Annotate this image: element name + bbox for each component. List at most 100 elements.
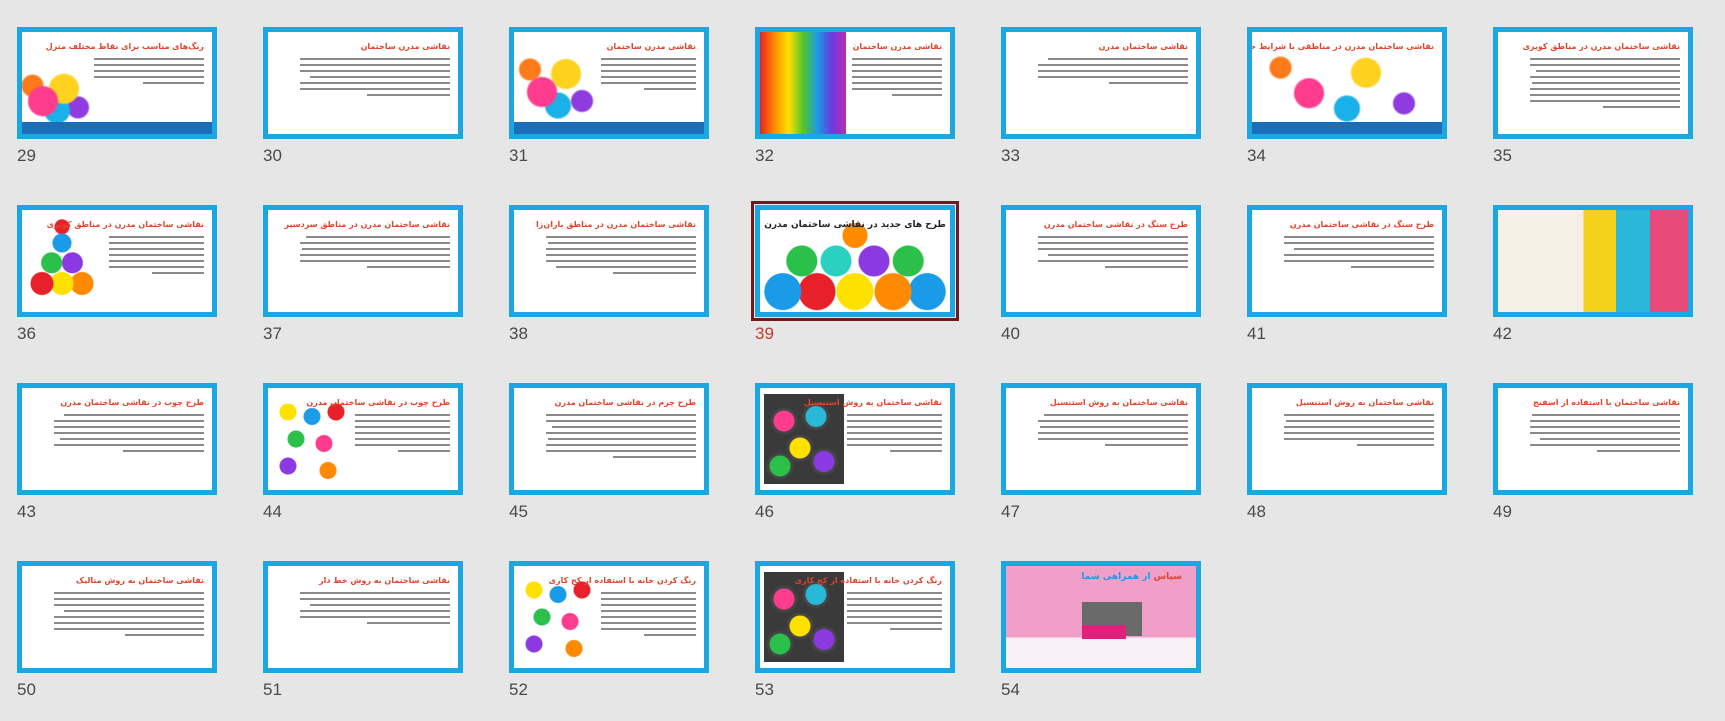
slide-body-text: [1530, 58, 1680, 112]
text-line: [847, 444, 942, 446]
slide-frame[interactable]: طرح چوب در نقاشی ساختمان مدرن: [17, 383, 217, 495]
slide-number: 45: [509, 502, 528, 521]
slide-thumbnail-53[interactable]: رنگ کردن خانه با استفاده از کج کاری 53: [755, 561, 955, 721]
slide-thumbnail-45[interactable]: طرح چرم در نقاشی ساختمان مدرن 45: [509, 383, 709, 543]
text-line: [601, 628, 696, 630]
text-line: [367, 266, 450, 268]
slide-sorter-grid: رنگ‌های مناسب برای نقاط مختلف منزل 29 نقاش…: [0, 0, 1725, 711]
slide-frame[interactable]: رنگ‌های مناسب برای نقاط مختلف منزل: [17, 27, 217, 139]
text-line: [300, 254, 450, 256]
slide-canvas: طرح چرم در نقاشی ساختمان مدرن: [514, 388, 704, 490]
slide-title: رنگ کردن خانه با استفاده از کج کاری: [548, 576, 696, 585]
text-line: [1530, 58, 1680, 60]
slide-frame[interactable]: [1493, 205, 1693, 317]
slide-thumbnail-43[interactable]: طرح چوب در نقاشی ساختمان مدرن 43: [17, 383, 217, 543]
slide-frame[interactable]: نقاشی ساختمان به روش استنسیل: [755, 383, 955, 495]
slide-thumbnail-37[interactable]: نقاشی ساختمان مدرن در مناطق سردسیر 37: [263, 205, 463, 365]
slide-frame[interactable]: نقاشی مدرن ساختمان: [263, 27, 463, 139]
slide-frame[interactable]: نقاشی ساختمان با استفاده از اسفنج: [1493, 383, 1693, 495]
text-line: [892, 94, 942, 96]
slide-frame[interactable]: طرح چوب در نقاشی ساختمان مدرن: [263, 383, 463, 495]
slide-thumbnail-40[interactable]: طرح سنگ در نقاشی ساختمان مدرن 40: [1001, 205, 1201, 365]
text-line: [1038, 248, 1188, 250]
text-line: [1530, 88, 1680, 90]
text-line: [1048, 58, 1188, 60]
slide-title: نقاشی ساختمان مدرن در مناطق سردسیر: [284, 220, 451, 229]
slide-frame[interactable]: رنگ کردن خانه با استفاده از کج کاری: [509, 561, 709, 673]
slide-number: 35: [1493, 146, 1512, 165]
slide-thumbnail-44[interactable]: طرح چوب در نقاشی ساختمان مدرن 44: [263, 383, 463, 543]
slide-body-text: [1284, 236, 1434, 272]
slide-frame[interactable]: رنگ کردن خانه با استفاده از کج کاری: [755, 561, 955, 673]
text-line: [1040, 426, 1188, 428]
text-line: [300, 70, 450, 72]
slide-thumbnail-31[interactable]: نقاشی مدرن ساختمان 31: [509, 27, 709, 187]
slide-frame[interactable]: نقاشی ساختمان به روش استنسیل: [1247, 383, 1447, 495]
text-line: [310, 76, 450, 78]
slide-title: نقاشی ساختمان به روش خط دار: [318, 576, 450, 585]
slide-thumbnail-49[interactable]: نقاشی ساختمان با استفاده از اسفنج 49: [1493, 383, 1693, 543]
text-line: [60, 438, 204, 440]
slide-frame[interactable]: طرح سنگ در نقاشی ساختمان مدرن: [1247, 205, 1447, 317]
slide-frame[interactable]: نقاشی ساختمان مدرن در مناطق باران‌زا: [509, 205, 709, 317]
slide-frame[interactable]: طرح های جدید در نقاشی ساختمان مدرن: [751, 201, 959, 321]
slide-thumbnail-54[interactable]: سپاس از همراهی شما 54: [1001, 561, 1201, 721]
slide-frame[interactable]: سپاس از همراهی شما: [1001, 561, 1201, 673]
text-line: [847, 604, 942, 606]
text-line: [300, 592, 450, 594]
slide-canvas: نقاشی ساختمان مدرن در مناطق کویری: [1498, 32, 1688, 134]
slide-thumbnail-36[interactable]: نقاشی ساختمان مدرن در مناطق کویری 36: [17, 205, 217, 365]
slide-frame[interactable]: طرح چرم در نقاشی ساختمان مدرن: [509, 383, 709, 495]
slide-title: طرح سنگ در نقاشی ساختمان مدرن: [1043, 220, 1188, 229]
slide-frame[interactable]: نقاشی ساختمان به روش متالیک: [17, 561, 217, 673]
text-line: [1532, 82, 1680, 84]
text-line: [1294, 248, 1434, 250]
slide-frame[interactable]: نقاشی مدرن ساختمان: [755, 27, 955, 139]
slide-frame[interactable]: نقاشی ساختمان به روش استنسیل: [1001, 383, 1201, 495]
slide-thumbnail-39[interactable]: طرح های جدید در نقاشی ساختمان مدرن 39: [751, 201, 959, 365]
slide-frame[interactable]: نقاشی ساختمان مدرن در مناطق کویری: [1493, 27, 1693, 139]
slide-frame[interactable]: نقاشی ساختمان مدرن در مناطقی با شرایط جو…: [1247, 27, 1447, 139]
slide-canvas: نقاشی مدرن ساختمان: [760, 32, 950, 134]
slide-body-text: [54, 592, 204, 640]
slide-thumbnail-33[interactable]: نقاشی ساختمان مدرن 33: [1001, 27, 1201, 187]
slide-thumbnail-51[interactable]: نقاشی ساختمان به روش خط دار 51: [263, 561, 463, 721]
slide-canvas: رنگ‌های مناسب برای نقاط مختلف منزل: [22, 32, 212, 134]
slide-number: 31: [509, 146, 528, 165]
slide-thumbnail-32[interactable]: نقاشی مدرن ساختمان 32: [755, 27, 955, 187]
slide-thumbnail-46[interactable]: نقاشی ساختمان به روش استنسیل 46: [755, 383, 955, 543]
slide-frame[interactable]: نقاشی مدرن ساختمان: [509, 27, 709, 139]
slide-thumbnail-50[interactable]: نقاشی ساختمان به روش متالیک 50: [17, 561, 217, 721]
slide-body-text: [847, 414, 942, 456]
slide-thumbnail-48[interactable]: نقاشی ساختمان به روش استنسیل 48: [1247, 383, 1447, 543]
text-line: [125, 634, 204, 636]
slide-body-text: [300, 236, 450, 272]
text-line: [552, 426, 696, 428]
text-line: [1284, 426, 1434, 428]
slide-title: نقاشی ساختمان به روش استنسیل: [1295, 398, 1434, 407]
text-line: [94, 64, 204, 66]
text-line: [546, 236, 696, 238]
slide-thumbnail-42[interactable]: 42: [1493, 205, 1693, 365]
slide-frame[interactable]: طرح سنگ در نقاشی ساختمان مدرن: [1001, 205, 1201, 317]
slide-thumbnail-34[interactable]: نقاشی ساختمان مدرن در مناطقی با شرایط جو…: [1247, 27, 1447, 187]
slide-thumbnail-47[interactable]: نقاشی ساختمان به روش استنسیل 47: [1001, 383, 1201, 543]
slide-thumbnail-52[interactable]: رنگ کردن خانه با استفاده از کج کاری 52: [509, 561, 709, 721]
slide-frame[interactable]: نقاشی ساختمان مدرن در مناطق کویری: [17, 205, 217, 317]
text-line: [1530, 426, 1680, 428]
text-line: [847, 432, 942, 434]
text-line: [1038, 236, 1188, 238]
slide-frame[interactable]: نقاشی ساختمان به روش خط دار: [263, 561, 463, 673]
slide-frame[interactable]: نقاشی ساختمان مدرن در مناطق سردسیر: [263, 205, 463, 317]
text-line: [847, 622, 942, 624]
text-line: [64, 610, 204, 612]
slide-thumbnail-35[interactable]: نقاشی ساختمان مدرن در مناطق کویری 35: [1493, 27, 1693, 187]
slide-thumbnail-38[interactable]: نقاشی ساختمان مدرن در مناطق باران‌زا 38: [509, 205, 709, 365]
text-line: [601, 70, 696, 72]
text-line: [1038, 242, 1188, 244]
slide-body-text: [1038, 236, 1188, 272]
slide-thumbnail-29[interactable]: رنگ‌های مناسب برای نقاط مختلف منزل 29: [17, 27, 217, 187]
slide-thumbnail-41[interactable]: طرح سنگ در نقاشی ساختمان مدرن 41: [1247, 205, 1447, 365]
slide-frame[interactable]: نقاشی ساختمان مدرن: [1001, 27, 1201, 139]
slide-thumbnail-30[interactable]: نقاشی مدرن ساختمان 30: [263, 27, 463, 187]
